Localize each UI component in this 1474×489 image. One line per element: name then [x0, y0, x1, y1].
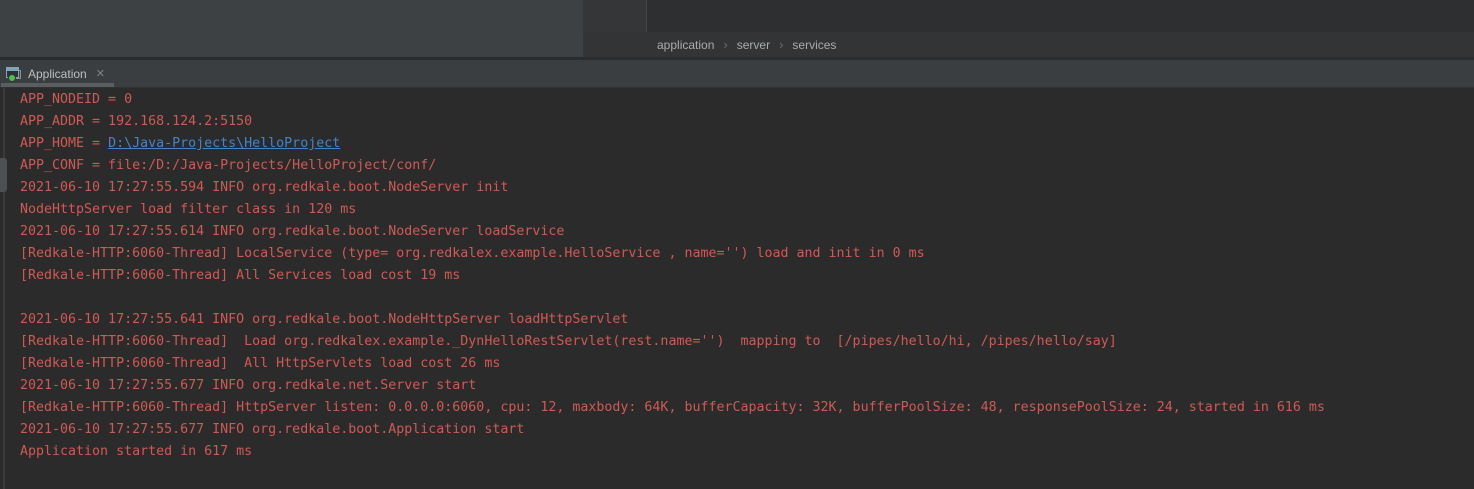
log-text: Application started in 617 ms [20, 444, 252, 459]
console-lines: APP_NODEID = 0 APP_ADDR = 192.168.124.2:5… [0, 88, 1474, 463]
breadcrumb-bar: application › server › services [583, 32, 1474, 57]
log-text: [Redkale-HTTP:6060-Thread] All HttpServl… [20, 356, 500, 371]
chevron-right-icon: › [779, 38, 783, 51]
console-line: [Redkale-HTTP:6060-Thread] HttpServer li… [20, 397, 1474, 419]
console-line: APP_NODEID = 0 [20, 89, 1474, 111]
log-text: 2021-06-10 17:27:55.614 INFO org.redkale… [20, 224, 564, 239]
breadcrumb-item-application[interactable]: application [657, 38, 714, 52]
console-line: [Redkale-HTTP:6060-Thread] Load org.redk… [20, 331, 1474, 353]
close-icon[interactable]: ✕ [96, 67, 105, 80]
breadcrumb-item-server[interactable]: server [737, 38, 770, 52]
log-text: [Redkale-HTTP:6060-Thread] HttpServer li… [20, 400, 1325, 415]
run-console-icon [5, 66, 22, 82]
log-text: 2021-06-10 17:27:55.677 INFO org.redkale… [20, 422, 524, 437]
right-editor-pane: application › server › services [583, 0, 1474, 57]
log-text: APP_ADDR = 192.168.124.2:5150 [20, 114, 252, 129]
console-line: [Redkale-HTTP:6060-Thread] All Services … [20, 265, 1474, 287]
chevron-right-icon: › [723, 38, 727, 51]
console-line: 2021-06-10 17:27:55.677 INFO org.redkale… [20, 375, 1474, 397]
console-line: 2021-06-10 17:27:55.594 INFO org.redkale… [20, 177, 1474, 199]
log-text: 2021-06-10 17:27:55.641 INFO org.redkale… [20, 312, 628, 327]
active-tab-indicator [1, 83, 114, 87]
log-text: [Redkale-HTTP:6060-Thread] Load org.redk… [20, 334, 1117, 349]
tab-label: Application [28, 67, 87, 81]
console-scrollbar-thumb[interactable] [0, 158, 7, 192]
log-text: 2021-06-10 17:27:55.677 INFO org.redkale… [20, 378, 476, 393]
console-line: Application started in 617 ms [20, 441, 1474, 463]
log-text: 2021-06-10 17:27:55.594 INFO org.redkale… [20, 180, 508, 195]
breadcrumb: application › server › services [657, 38, 836, 52]
left-editor-pane [0, 0, 583, 57]
console-line: [Redkale-HTTP:6060-Thread] All HttpServl… [20, 353, 1474, 375]
ide-window: application › server › services Application … [0, 0, 1474, 489]
console-line [20, 287, 1474, 309]
right-editor-surface [583, 0, 1474, 32]
log-text: [Redkale-HTTP:6060-Thread] All Services … [20, 268, 460, 283]
editor-content-cell [646, 0, 1474, 32]
console-line: 2021-06-10 17:27:55.614 INFO org.redkale… [20, 221, 1474, 243]
log-text: APP_NODEID = 0 [20, 92, 132, 107]
console-line: APP_HOME = D:\Java-Projects\HelloProject [20, 133, 1474, 155]
log-text: [Redkale-HTTP:6060-Thread] LocalService … [20, 246, 925, 261]
console-line: 2021-06-10 17:27:55.677 INFO org.redkale… [20, 419, 1474, 441]
log-text: APP_HOME = [20, 136, 108, 151]
running-indicator-icon [8, 74, 16, 82]
editor-area: application › server › services [0, 0, 1474, 57]
console-scrollbar-track [3, 88, 5, 489]
console-line: APP_ADDR = 192.168.124.2:5150 [20, 111, 1474, 133]
log-text: APP_CONF = file:/D:/Java-Projects/HelloP… [20, 158, 436, 173]
file-path-link[interactable]: D:\Java-Projects\HelloProject [108, 136, 340, 151]
console-line: 2021-06-10 17:27:55.641 INFO org.redkale… [20, 309, 1474, 331]
console-output: APP_NODEID = 0 APP_ADDR = 192.168.124.2:5… [0, 88, 1474, 489]
breadcrumb-item-services[interactable]: services [792, 38, 836, 52]
log-text: NodeHttpServer load filter class in 120 … [20, 202, 356, 217]
console-line: [Redkale-HTTP:6060-Thread] LocalService … [20, 243, 1474, 265]
run-toolwindow-tabbar: Application ✕ [0, 60, 1474, 88]
console-line: APP_CONF = file:/D:/Java-Projects/HelloP… [20, 155, 1474, 177]
console-line: NodeHttpServer load filter class in 120 … [20, 199, 1474, 221]
editor-gutter-cell [583, 0, 646, 32]
